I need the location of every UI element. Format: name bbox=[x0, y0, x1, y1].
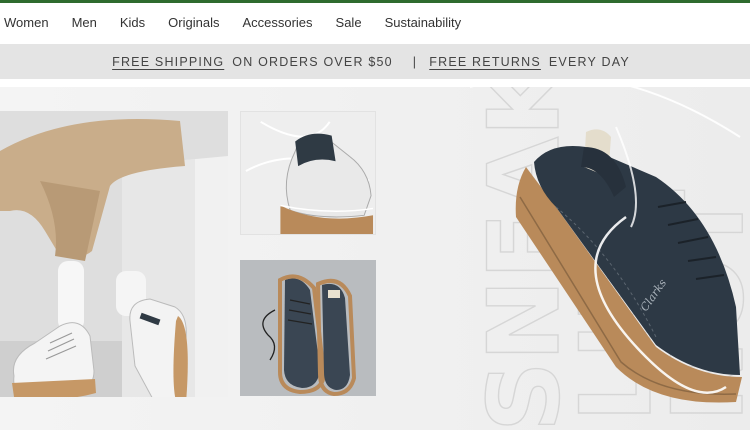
nav-item-sale[interactable]: Sale bbox=[336, 15, 362, 30]
nav-item-women[interactable]: Women bbox=[4, 15, 49, 30]
free-returns-link[interactable]: FREE RETURNS bbox=[429, 55, 541, 69]
nav-item-accessories[interactable]: Accessories bbox=[242, 15, 312, 30]
heel-detail-photo-tile[interactable] bbox=[240, 111, 376, 235]
nav-item-originals[interactable]: Originals bbox=[168, 15, 219, 30]
featured-sneaker-image[interactable]: Clarks bbox=[496, 107, 750, 407]
flatlay-photo-tile[interactable] bbox=[240, 260, 376, 396]
promo-separator: | bbox=[412, 54, 418, 69]
nav-item-kids[interactable]: Kids bbox=[120, 15, 145, 30]
free-shipping-link[interactable]: FREE SHIPPING bbox=[112, 55, 224, 69]
nav-item-men[interactable]: Men bbox=[72, 15, 97, 30]
heel-detail-image bbox=[241, 112, 375, 234]
nav-item-sustainability[interactable]: Sustainability bbox=[385, 15, 462, 30]
main-navigation: Women Men Kids Originals Accessories Sal… bbox=[0, 3, 750, 41]
hero-banner[interactable]: SNEAK LIN NOT bbox=[0, 87, 750, 430]
promo-banner: FREE SHIPPING ON ORDERS OVER $50 | FREE … bbox=[0, 44, 750, 79]
lifestyle-photo-tile[interactable] bbox=[0, 111, 228, 397]
free-shipping-text: ON ORDERS OVER $50 bbox=[232, 54, 393, 69]
lifestyle-photo-image bbox=[0, 111, 228, 397]
free-returns-text: EVERY DAY bbox=[548, 54, 630, 69]
flatlay-image bbox=[240, 260, 376, 396]
